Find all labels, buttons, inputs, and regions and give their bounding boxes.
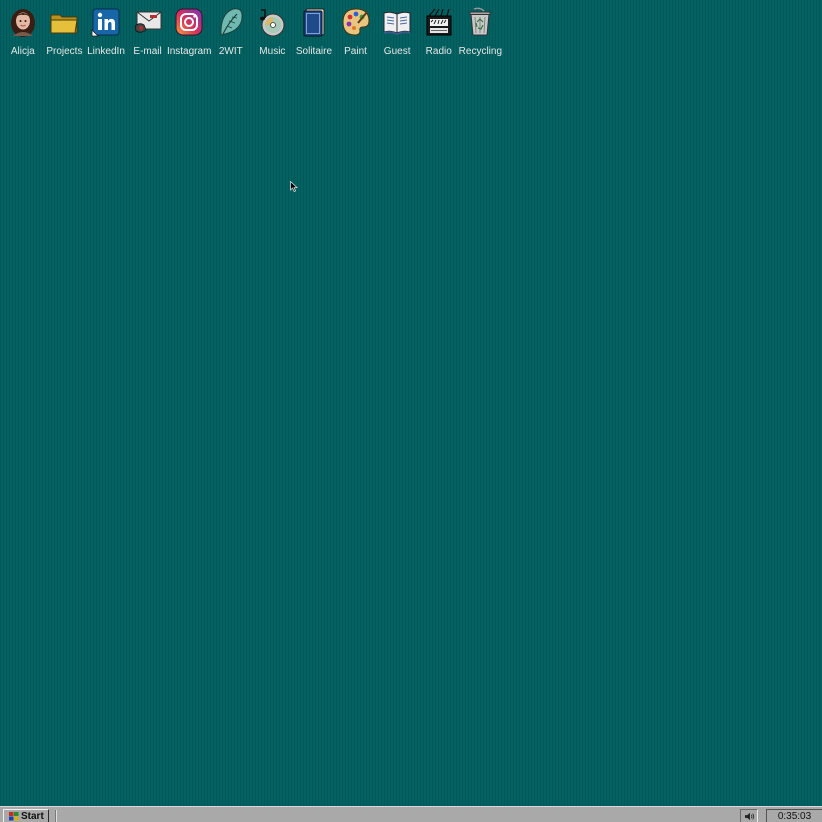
instagram-icon [173,6,205,38]
desktop-icon-linkedin[interactable]: LinkedIn [85,6,127,58]
card-deck-icon [298,6,330,38]
icon-label: LinkedIn [87,46,125,57]
icon-label: Paint [344,46,367,57]
icon-label: Guest [383,46,411,57]
start-label: Start [21,810,44,822]
cd-music-icon [256,6,288,38]
desktop-icon-projects[interactable]: Projects [44,6,86,58]
desktop-icon-music[interactable]: Music [252,6,294,58]
icon-label: Music [259,46,286,57]
icon-label: Projects [46,46,83,57]
desktop-icon-alicja[interactable]: Alicja [2,6,44,58]
linkedin-icon [90,6,122,38]
windows-logo-icon [9,811,19,820]
desktop-icon-recycling[interactable]: Recycling [458,6,503,58]
desktop-icon-radio[interactable]: Radio [418,6,460,58]
taskbar: Start 0:35:03 [0,806,822,822]
folder-icon [48,6,80,38]
icon-label: Solitaire [295,46,333,57]
taskbar-clock[interactable]: 0:35:03 [766,809,822,822]
desktop-icon-guest[interactable]: Guest [376,6,418,58]
icon-label: Radio [425,46,452,57]
icon-label: 2WIT [218,46,243,57]
email-icon [132,6,164,38]
feather-icon [215,6,247,38]
icon-label: Alicja [10,46,35,57]
icon-label: Instagram [166,46,212,57]
start-button[interactable]: Start [3,809,49,822]
desktop-icons: Alicja Projects LinkedIn E-mail Instagra… [2,6,503,58]
recycle-bin-icon [464,6,496,38]
user-avatar-icon [7,6,39,38]
icon-label: E-mail [133,46,162,57]
desktop-icon-email[interactable]: E-mail [127,6,169,58]
mouse-pointer-icon [290,181,298,192]
guest-book-icon [381,6,413,38]
speaker-icon[interactable] [740,809,758,822]
desktop-icon-solitaire[interactable]: Solitaire [293,6,335,58]
radio-icon [423,6,455,38]
desktop-icon-paint[interactable]: Paint [335,6,377,58]
taskbar-divider [55,810,57,822]
paint-palette-icon [340,6,372,38]
desktop-icon-2wit[interactable]: 2WIT [210,6,252,58]
icon-label: Recycling [458,46,503,57]
desktop: Alicja Projects LinkedIn E-mail Instagra… [0,0,822,806]
desktop-icon-instagram[interactable]: Instagram [166,6,212,58]
speaker-glyph [744,812,754,821]
